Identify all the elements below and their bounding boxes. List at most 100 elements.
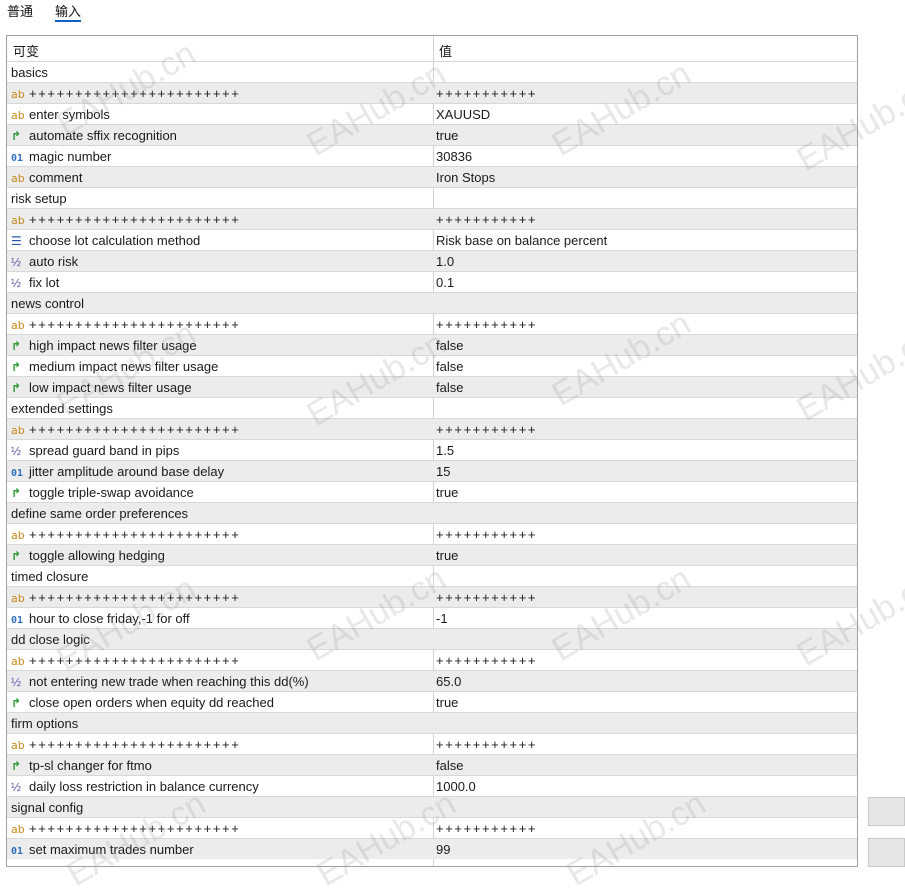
tab-inputs[interactable]: 输入 (55, 1, 82, 22)
value-cell[interactable]: +++++++++++ (436, 527, 537, 542)
value-cell[interactable]: 30836 (436, 149, 472, 164)
group-row[interactable]: news control (7, 292, 857, 313)
group-row[interactable]: timed closure (7, 565, 857, 586)
value-cell[interactable]: 1.5 (436, 443, 454, 458)
variable-cell: ↱ medium impact news filter usage (11, 359, 218, 374)
variable-cell: ↱ low impact news filter usage (11, 380, 192, 395)
value-cell[interactable]: +++++++++++ (436, 86, 537, 101)
value-cell[interactable]: +++++++++++ (436, 317, 537, 332)
table-row[interactable]: ab +++++++++++++++++++++++ +++++++++++ (7, 649, 857, 670)
table-row[interactable]: ab +++++++++++++++++++++++ +++++++++++ (7, 418, 857, 439)
value-cell[interactable]: +++++++++++ (436, 212, 537, 227)
variable-name: high impact news filter usage (29, 338, 197, 353)
table-row[interactable]: ↱ medium impact news filter usage false (7, 355, 857, 376)
value-cell[interactable]: false (436, 359, 463, 374)
table-row[interactable]: 01 set maximum trades number 99 (7, 838, 857, 859)
variable-cell: ab +++++++++++++++++++++++ (11, 86, 240, 101)
table-row[interactable]: 01 jitter amplitude around base delay 15 (7, 460, 857, 481)
variable-cell: ☰ choose lot calculation method (11, 233, 200, 248)
side-button-lower[interactable] (868, 838, 905, 867)
table-row[interactable]: ½ auto risk 1.0 (7, 250, 857, 271)
variable-cell: ab +++++++++++++++++++++++ (11, 590, 240, 605)
integer-type-icon: 01 (11, 615, 24, 626)
value-cell[interactable]: false (436, 380, 463, 395)
table-row[interactable]: ½ spread guard band in pips 1.5 (7, 439, 857, 460)
integer-type-icon: 01 (11, 468, 24, 479)
table-row[interactable]: ab +++++++++++++++++++++++ +++++++++++ (7, 82, 857, 103)
table-row[interactable]: ab +++++++++++++++++++++++ +++++++++++ (7, 733, 857, 754)
table-row[interactable]: ab +++++++++++++++++++++++ +++++++++++ (7, 586, 857, 607)
table-row[interactable]: ab +++++++++++++++++++++++ +++++++++++ (7, 523, 857, 544)
inputs-table: 可变 值 basics ab +++++++++++++++++++++++ ++++… (6, 35, 858, 867)
table-row[interactable]: ↱ toggle allowing hedging true (7, 544, 857, 565)
variable-cell: ab enter symbols (11, 107, 110, 122)
value-cell[interactable]: false (436, 338, 463, 353)
table-row[interactable]: ↱ low impact news filter usage false (7, 376, 857, 397)
side-button-upper[interactable] (868, 797, 905, 826)
table-row[interactable]: ½ fix lot 0.1 (7, 271, 857, 292)
value-cell[interactable]: true (436, 485, 458, 500)
value-cell[interactable]: 99 (436, 842, 450, 857)
table-row[interactable]: ab +++++++++++++++++++++++ +++++++++++ (7, 313, 857, 334)
table-row[interactable]: ↱ close open orders when equity dd reache… (7, 691, 857, 712)
group-row[interactable]: firm options (7, 712, 857, 733)
table-row[interactable]: ↱ high impact news filter usage false (7, 334, 857, 355)
table-row[interactable]: ab +++++++++++++++++++++++ +++++++++++ (7, 208, 857, 229)
tab-common[interactable]: 普通 (7, 1, 33, 20)
table-row[interactable]: 01 hour to close friday,-1 for off -1 (7, 607, 857, 628)
value-cell[interactable]: 0.1 (436, 275, 454, 290)
value-cell[interactable]: +++++++++++ (436, 422, 537, 437)
variable-name: toggle triple-swap avoidance (29, 485, 194, 500)
value-cell[interactable]: +++++++++++ (436, 737, 537, 752)
value-cell[interactable]: 1.0 (436, 254, 454, 269)
bool-type-icon: ↱ (11, 759, 22, 773)
column-header-value[interactable]: 值 (439, 41, 452, 60)
column-header-variable[interactable]: 可变 (13, 41, 39, 60)
variable-name: close open orders when equity dd reached (29, 695, 274, 710)
variable-name: +++++++++++++++++++++++ (29, 590, 241, 605)
value-cell[interactable]: true (436, 695, 458, 710)
variable-cell: define same order preferences (11, 506, 188, 521)
variable-cell: basics (11, 65, 48, 80)
table-row[interactable]: ↱ automate sffix recognition true (7, 124, 857, 145)
table-row[interactable]: ½ not entering new trade when reaching th… (7, 670, 857, 691)
value-cell[interactable]: 15 (436, 464, 450, 479)
value-cell[interactable]: false (436, 758, 463, 773)
table-row[interactable]: ☰ choose lot calculation method Risk base … (7, 229, 857, 250)
variable-name: extended settings (11, 401, 113, 416)
group-row[interactable]: dd close logic (7, 628, 857, 649)
group-row[interactable]: extended settings (7, 397, 857, 418)
integer-type-icon: 01 (11, 846, 24, 857)
table-row[interactable]: 01 magic number 30836 (7, 145, 857, 166)
variable-name: auto risk (29, 254, 79, 269)
variable-cell: 01 set maximum trades number (11, 842, 194, 857)
value-cell[interactable]: 1000.0 (436, 779, 476, 794)
value-cell[interactable]: Iron Stops (436, 170, 495, 185)
value-cell[interactable]: +++++++++++ (436, 590, 537, 605)
variable-cell: ab +++++++++++++++++++++++ (11, 653, 240, 668)
value-cell[interactable]: +++++++++++ (436, 653, 537, 668)
variable-cell: firm options (11, 716, 78, 731)
group-row[interactable]: signal config (7, 796, 857, 817)
variable-cell: timed closure (11, 569, 88, 584)
group-row[interactable]: risk setup (7, 187, 857, 208)
string-type-icon: ab (11, 109, 25, 122)
table-row[interactable]: ab comment Iron Stops (7, 166, 857, 187)
value-cell[interactable]: Risk base on balance percent (436, 233, 607, 248)
value-cell[interactable]: 65.0 (436, 674, 461, 689)
group-row[interactable]: basics (7, 61, 857, 82)
table-row[interactable]: ↱ tp-sl changer for ftmo false (7, 754, 857, 775)
table-row[interactable]: ab +++++++++++++++++++++++ +++++++++++ (7, 817, 857, 838)
table-row[interactable]: ab enter symbols XAUUSD (7, 103, 857, 124)
table-row[interactable]: ↱ toggle triple-swap avoidance true (7, 481, 857, 502)
value-cell[interactable]: XAUUSD (436, 107, 490, 122)
table-row[interactable]: ½ daily loss restriction in balance curre… (7, 775, 857, 796)
group-row[interactable]: define same order preferences (7, 502, 857, 523)
bool-type-icon: ↱ (11, 381, 22, 395)
value-cell[interactable]: -1 (436, 611, 448, 626)
value-cell[interactable]: true (436, 548, 458, 563)
variable-name: hour to close friday,-1 for off (29, 611, 190, 626)
variable-name: timed closure (11, 569, 89, 584)
value-cell[interactable]: +++++++++++ (436, 821, 537, 836)
value-cell[interactable]: true (436, 128, 458, 143)
